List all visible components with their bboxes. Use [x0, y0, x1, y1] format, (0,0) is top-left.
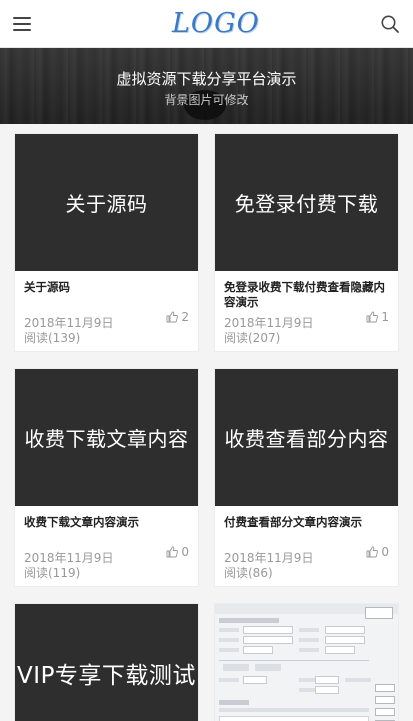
like-count: 0 — [181, 545, 189, 559]
post-card[interactable]: VIP专享下载测试 — [14, 603, 199, 721]
like-button[interactable]: 2 — [166, 310, 189, 324]
post-thumbnail[interactable]: 收费下载文章内容 — [15, 369, 198, 506]
like-count: 2 — [181, 310, 189, 324]
banner-title: 虚拟资源下载分享平台演示 — [116, 70, 297, 88]
post-card[interactable]: 收费下载文章内容 收费下载文章内容演示 2018年11月9日 阅读(119) 0 — [14, 368, 199, 587]
thumbs-up-icon — [366, 546, 379, 558]
thumbnail-text: 收费下载文章内容 — [24, 427, 189, 451]
thumbnail-text: VIP专享下载测试 — [17, 662, 196, 689]
like-count: 1 — [381, 310, 389, 324]
like-button[interactable]: 1 — [366, 310, 389, 324]
search-icon[interactable] — [380, 14, 400, 34]
post-read-count: 阅读(86) — [224, 566, 273, 580]
post-read-count: 阅读(207) — [224, 331, 281, 345]
post-title[interactable]: 付费查看部分文章内容演示 — [224, 515, 390, 530]
banner-subtitle: 背景图片可修改 — [164, 93, 249, 107]
top-bar: LOGO — [0, 0, 413, 48]
hero-banner: 虚拟资源下载分享平台演示 背景图片可修改 — [0, 48, 413, 124]
post-thumbnail[interactable]: 免登录付费下载 — [215, 134, 398, 271]
post-thumbnail[interactable]: 收费查看部分内容 — [215, 369, 398, 506]
post-read-count: 阅读(119) — [24, 566, 81, 580]
thumbnail-text: 关于源码 — [65, 192, 148, 216]
post-thumbnail[interactable]: 关于源码 — [15, 134, 198, 271]
post-title[interactable]: 免登录收费下载付费查看隐藏内容演示 — [224, 280, 390, 310]
thumbs-up-icon — [366, 311, 379, 323]
software-dialog-screenshot[interactable] — [215, 604, 398, 721]
thumbs-up-icon — [166, 311, 179, 323]
post-thumbnail[interactable]: VIP专享下载测试 — [15, 604, 198, 721]
like-count: 0 — [381, 545, 389, 559]
post-card[interactable]: 收费查看部分内容 付费查看部分文章内容演示 2018年11月9日 阅读(86) … — [214, 368, 399, 587]
thumbnail-text: 免登录付费下载 — [234, 192, 379, 216]
post-card[interactable]: 关于源码 关于源码 2018年11月9日 阅读(139) 2 — [14, 133, 199, 352]
post-card[interactable]: 免登录付费下载 免登录收费下载付费查看隐藏内容演示 2018年11月9日 阅读(… — [214, 133, 399, 352]
like-button[interactable]: 0 — [366, 545, 389, 559]
hamburger-menu-icon[interactable] — [13, 15, 33, 33]
post-title[interactable]: 收费下载文章内容演示 — [24, 515, 190, 530]
thumbnail-text: 收费查看部分内容 — [224, 427, 389, 451]
like-button[interactable]: 0 — [166, 545, 189, 559]
thumbs-up-icon — [166, 546, 179, 558]
post-read-count: 阅读(139) — [24, 331, 81, 345]
post-title[interactable]: 关于源码 — [24, 280, 190, 295]
site-logo[interactable]: LOGO — [172, 6, 259, 42]
post-card[interactable] — [214, 603, 399, 721]
